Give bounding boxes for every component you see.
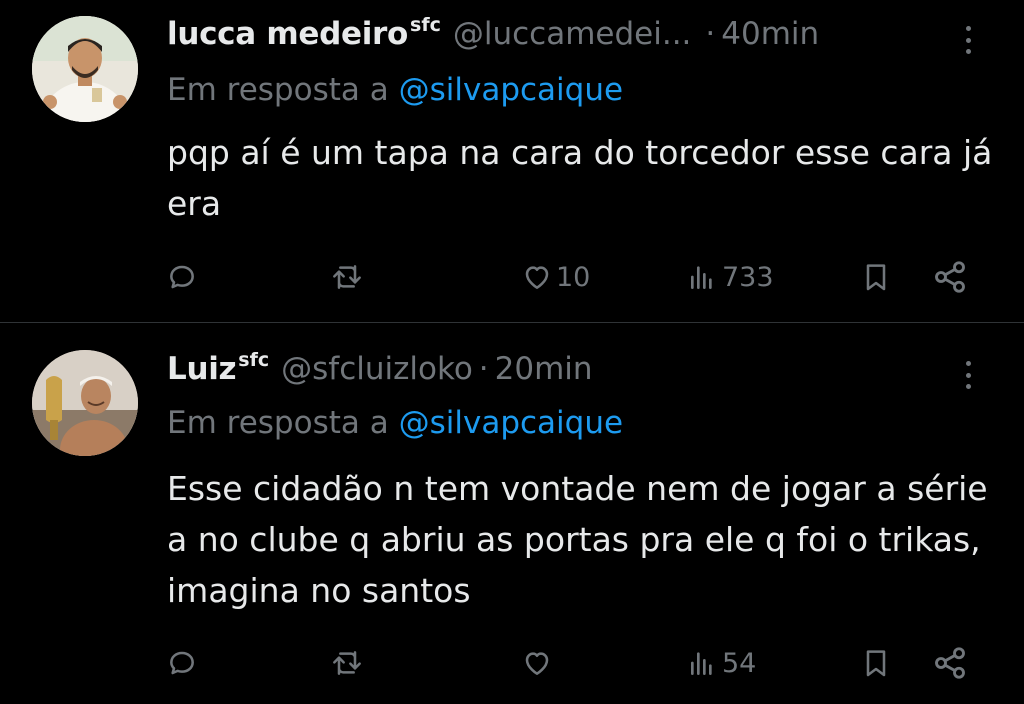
more-icon[interactable]: [956, 22, 980, 58]
view-count: 733: [722, 261, 774, 293]
tweet-text: pqp aí é um tapa na cara do torcedor ess…: [167, 133, 993, 223]
author-badge: sfc: [238, 349, 270, 371]
reply-context: Em resposta a @silvapcaique: [167, 72, 623, 108]
author-name[interactable]: Luiz: [167, 351, 237, 387]
tweet[interactable]: Luiz sfc @sfcluizloko · 20min Em respost…: [0, 323, 1024, 704]
avatar[interactable]: [32, 350, 138, 456]
like-button[interactable]: 10: [520, 255, 590, 299]
retweet-icon: [333, 265, 361, 289]
reply-prefix: Em resposta a: [167, 72, 389, 108]
bookmark-icon: [866, 650, 886, 677]
views-button[interactable]: 54: [686, 641, 756, 685]
tweet-header: lucca medeiro sfc @luccamedei... · 40min: [167, 14, 819, 58]
reply-button[interactable]: [166, 641, 198, 685]
reply-icon: [170, 265, 194, 289]
action-bar: 54: [0, 641, 1024, 685]
author-handle[interactable]: @luccamedei...: [453, 16, 692, 52]
reply-icon: [170, 651, 194, 675]
bookmark-icon: [866, 264, 886, 291]
retweet-button[interactable]: [330, 641, 364, 685]
heart-icon: [525, 266, 549, 289]
tweet[interactable]: lucca medeiro sfc @luccamedei... · 40min…: [0, 0, 1024, 322]
retweet-icon: [333, 651, 361, 675]
tweet-header: Luiz sfc @sfcluizloko · 20min: [167, 349, 593, 393]
reply-mention-link[interactable]: @silvapcaique: [399, 405, 623, 441]
share-icon: [935, 647, 965, 679]
reply-button[interactable]: [166, 255, 198, 299]
like-button[interactable]: [520, 641, 556, 685]
bookmark-button[interactable]: [860, 255, 892, 299]
heart-icon: [525, 652, 549, 675]
author-name[interactable]: lucca medeiro: [167, 16, 408, 52]
action-bar: 10 733: [0, 255, 1024, 299]
views-icon: [691, 266, 712, 289]
avatar[interactable]: [32, 16, 138, 122]
share-button[interactable]: [932, 255, 968, 299]
views-icon: [691, 652, 712, 675]
like-count: 10: [556, 261, 591, 293]
reply-mention-link[interactable]: @silvapcaique: [399, 72, 623, 108]
separator-dot: ·: [478, 351, 489, 387]
timestamp[interactable]: 20min: [495, 351, 593, 387]
separator-dot: ·: [705, 16, 716, 52]
reply-context: Em resposta a @silvapcaique: [167, 405, 623, 441]
more-icon[interactable]: [956, 357, 980, 393]
bookmark-button[interactable]: [860, 641, 892, 685]
retweet-button[interactable]: [330, 255, 364, 299]
tweet-text: Esse cidadão n tem vontade nem de jogar …: [167, 469, 988, 610]
share-icon: [935, 261, 965, 293]
author-badge: sfc: [410, 14, 441, 36]
reply-prefix: Em resposta a: [167, 405, 389, 441]
view-count: 54: [722, 647, 757, 679]
views-button[interactable]: 733: [686, 255, 774, 299]
author-handle[interactable]: @sfcluizloko: [281, 351, 473, 387]
share-button[interactable]: [932, 641, 968, 685]
timestamp[interactable]: 40min: [721, 16, 819, 52]
